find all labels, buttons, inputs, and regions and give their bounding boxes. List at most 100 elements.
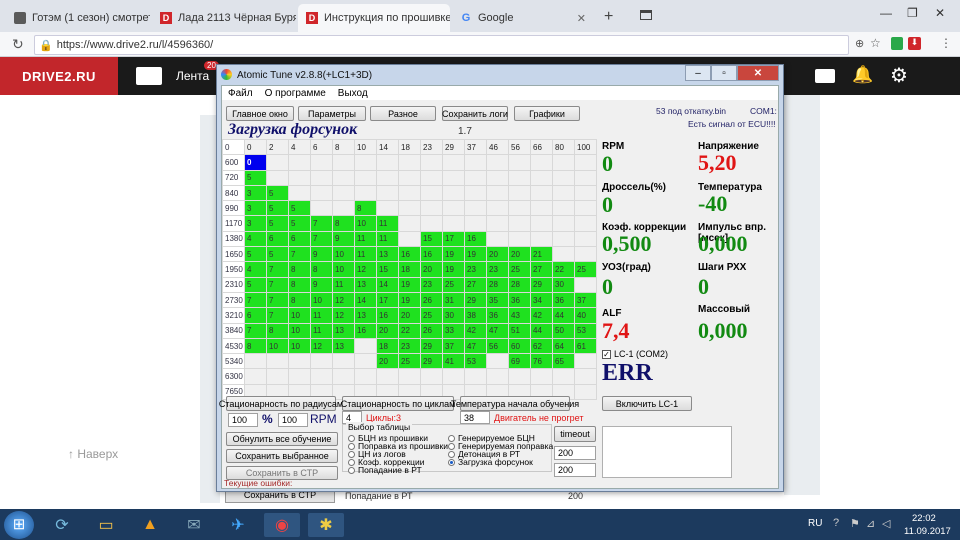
misc-button[interactable]: Разное bbox=[370, 106, 436, 121]
media-icon[interactable]: ✈ bbox=[220, 513, 256, 537]
table-cell[interactable]: 16 bbox=[376, 307, 399, 324]
table-cell[interactable]: 19 bbox=[398, 276, 421, 293]
table-cell[interactable] bbox=[530, 230, 553, 248]
table-cell[interactable]: 30 bbox=[442, 307, 465, 324]
table-cell[interactable]: 7 bbox=[310, 230, 333, 248]
url-field[interactable]: 🔒 https://www.drive2.ru/l/4596360/ bbox=[34, 35, 849, 55]
table-cell[interactable] bbox=[508, 154, 531, 171]
table-cell[interactable]: 4 bbox=[244, 230, 267, 248]
table-cell[interactable] bbox=[574, 353, 597, 370]
table-cell[interactable]: 6 bbox=[244, 307, 267, 324]
table-cell[interactable]: 53 bbox=[464, 353, 487, 370]
table-cell[interactable]: 5 bbox=[266, 184, 289, 202]
table-cell[interactable]: 8 bbox=[244, 337, 267, 355]
table-cell[interactable]: 29 bbox=[420, 337, 443, 355]
table-cell[interactable] bbox=[464, 215, 487, 232]
table-cell[interactable]: 25 bbox=[574, 261, 597, 278]
language-indicator[interactable]: RU bbox=[808, 518, 822, 529]
reset-learning-button[interactable]: Обнулить все обучение bbox=[226, 432, 338, 446]
table-cell[interactable] bbox=[376, 368, 399, 385]
table-cell[interactable]: 7 bbox=[266, 276, 289, 293]
radio-icon[interactable] bbox=[348, 450, 355, 458]
table-cell[interactable] bbox=[530, 169, 553, 186]
table-cell[interactable] bbox=[442, 215, 465, 232]
table-cell[interactable]: 12 bbox=[332, 307, 355, 324]
table-cell[interactable]: 10 bbox=[266, 337, 289, 355]
tab-google[interactable]: G Google ✕ bbox=[452, 4, 594, 32]
table-cell[interactable]: 13 bbox=[332, 337, 355, 355]
table-cell[interactable] bbox=[332, 368, 355, 385]
start-button-icon[interactable]: ⊞ bbox=[4, 511, 34, 539]
table-cell[interactable]: 6 bbox=[266, 230, 289, 248]
table-cell[interactable] bbox=[332, 169, 355, 186]
table-cell[interactable]: 16 bbox=[464, 230, 487, 248]
table-cell[interactable]: 8 bbox=[288, 291, 311, 309]
radio-icon[interactable] bbox=[348, 458, 355, 466]
radio-icon[interactable] bbox=[348, 466, 355, 474]
table-cell[interactable] bbox=[574, 276, 597, 293]
table-cell[interactable]: 8 bbox=[288, 276, 311, 293]
timeout-button[interactable]: timeout bbox=[554, 426, 596, 442]
table-cell[interactable]: 31 bbox=[442, 291, 465, 309]
parameters-button[interactable]: Параметры bbox=[298, 106, 366, 121]
table-cell[interactable]: 10 bbox=[332, 261, 355, 278]
value-input-1[interactable]: 200 bbox=[554, 446, 596, 460]
table-cell[interactable]: 8 bbox=[266, 322, 289, 339]
table-cell[interactable] bbox=[442, 200, 465, 217]
table-cell[interactable] bbox=[486, 215, 509, 232]
table-cell[interactable]: 12 bbox=[332, 291, 355, 309]
car-avatar-icon[interactable] bbox=[136, 67, 162, 85]
table-cell[interactable] bbox=[486, 184, 509, 202]
table-cell[interactable]: 5 bbox=[244, 276, 267, 293]
table-cell[interactable]: 42 bbox=[530, 307, 553, 324]
table-cell[interactable]: 27 bbox=[464, 276, 487, 293]
table-cell[interactable] bbox=[464, 200, 487, 217]
gear-icon[interactable]: ⚙ bbox=[890, 63, 908, 88]
table-cell[interactable]: 69 bbox=[508, 353, 531, 370]
tab-gotham[interactable]: Готэм (1 сезон) смотреть онлай bbox=[6, 4, 150, 32]
close-window-icon[interactable]: ✕ bbox=[935, 6, 945, 20]
table-cell[interactable]: 8 bbox=[288, 261, 311, 278]
table-cell[interactable] bbox=[310, 184, 333, 202]
table-cell[interactable] bbox=[310, 169, 333, 186]
table-cell[interactable] bbox=[574, 383, 597, 401]
table-cell[interactable]: 28 bbox=[486, 276, 509, 293]
table-cell[interactable]: 13 bbox=[376, 246, 399, 263]
table-cell[interactable] bbox=[552, 169, 575, 186]
table-cell[interactable]: 10 bbox=[288, 337, 311, 355]
download-extension-icon[interactable]: ⬇ bbox=[908, 37, 921, 50]
table-cell[interactable]: 0 bbox=[244, 154, 267, 171]
table-cell[interactable]: 47 bbox=[464, 337, 487, 355]
radio-icon[interactable] bbox=[348, 442, 355, 450]
table-cell[interactable] bbox=[508, 215, 531, 232]
table-cell[interactable] bbox=[574, 200, 597, 217]
table-cell[interactable] bbox=[574, 184, 597, 202]
menu-dots-icon[interactable]: ⋮ bbox=[940, 36, 952, 50]
table-cell[interactable] bbox=[332, 184, 355, 202]
table-cell[interactable]: 17 bbox=[376, 291, 399, 309]
mail-icon[interactable]: ✉ bbox=[176, 513, 212, 537]
table-cell[interactable] bbox=[552, 230, 575, 248]
table-cell[interactable]: 18 bbox=[398, 261, 421, 278]
table-cell[interactable] bbox=[376, 184, 399, 202]
table-cell[interactable]: 6 bbox=[288, 230, 311, 248]
table-cell[interactable]: 10 bbox=[354, 215, 377, 232]
table-cell[interactable]: 33 bbox=[442, 322, 465, 339]
table-cell[interactable]: 7 bbox=[310, 215, 333, 232]
table-cell[interactable] bbox=[310, 368, 333, 385]
tab-lada[interactable]: D Лада 2113 Чёрная Буря ✕ bbox=[152, 4, 296, 32]
table-cell[interactable]: 20 bbox=[398, 307, 421, 324]
table-cell[interactable] bbox=[376, 154, 399, 171]
table-cell[interactable] bbox=[530, 184, 553, 202]
table-cell[interactable]: 11 bbox=[354, 246, 377, 263]
table-cell[interactable]: 5 bbox=[288, 215, 311, 232]
table-cell[interactable] bbox=[398, 230, 421, 248]
table-cell[interactable] bbox=[464, 169, 487, 186]
table-cell[interactable]: 11 bbox=[310, 322, 333, 339]
messages-icon[interactable] bbox=[815, 69, 835, 83]
table-cell[interactable]: 60 bbox=[508, 337, 531, 355]
table-cell[interactable] bbox=[552, 368, 575, 385]
table-cell[interactable]: 10 bbox=[332, 246, 355, 263]
table-cell[interactable] bbox=[420, 200, 443, 217]
table-cell[interactable] bbox=[442, 154, 465, 171]
